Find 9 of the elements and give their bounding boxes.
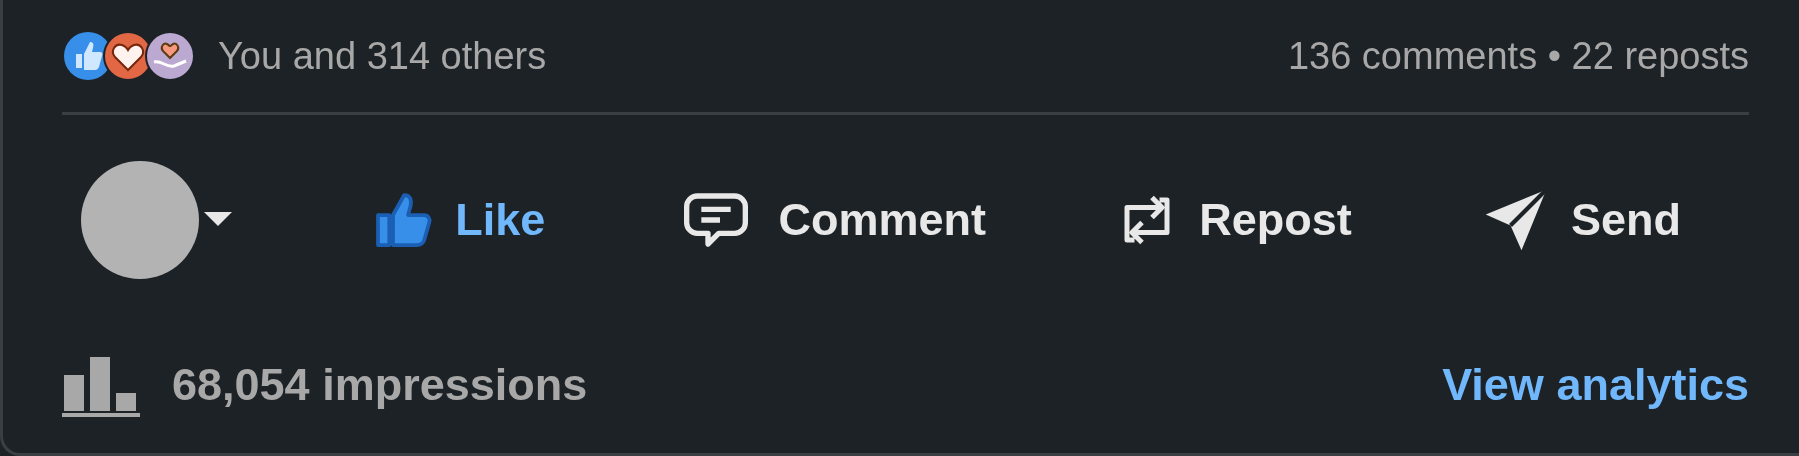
impressions-count: 68,054 impressions <box>172 359 588 411</box>
reactions-summary[interactable]: You and 314 others <box>218 34 547 78</box>
comment-button[interactable]: Comment <box>668 182 994 258</box>
comments-reposts-count[interactable]: 136 comments • 22 reposts <box>1287 34 1749 78</box>
view-analytics-link[interactable]: View analytics <box>1442 359 1749 411</box>
send-button[interactable]: Send <box>1474 181 1689 259</box>
repost-button[interactable]: Repost <box>1109 174 1360 266</box>
like-button[interactable]: Like <box>365 184 554 256</box>
thumbs-up-icon <box>373 190 434 250</box>
